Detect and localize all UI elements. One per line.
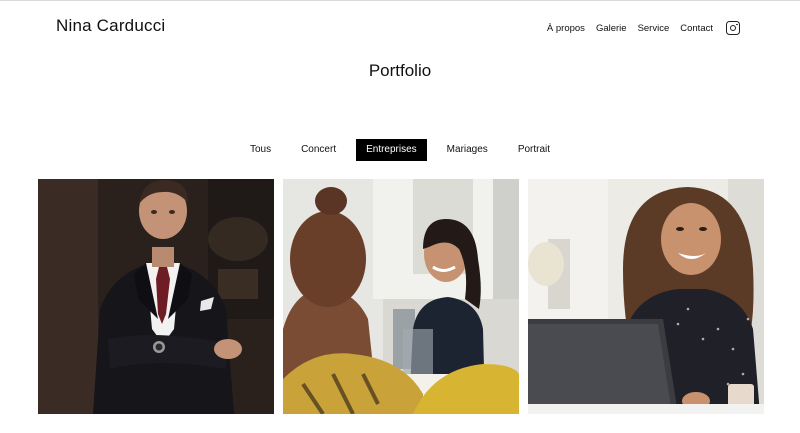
- businessman-photo: [38, 179, 274, 414]
- gallery-photo-woman-laptop[interactable]: [528, 179, 764, 414]
- filter-tous[interactable]: Tous: [240, 139, 281, 161]
- filter-concert[interactable]: Concert: [291, 139, 346, 161]
- gallery-filters: Tous Concert Entreprises Mariages Portra…: [0, 139, 800, 161]
- page-title: Portfolio: [368, 61, 432, 80]
- nav-link-galerie[interactable]: Galerie: [596, 23, 627, 34]
- brand-logo[interactable]: Nina Carducci: [56, 16, 165, 36]
- filter-mariages[interactable]: Mariages: [437, 139, 498, 161]
- woman-laptop-photo: [528, 179, 764, 414]
- nav-link-a-propos[interactable]: À propos: [547, 23, 585, 34]
- top-border: [0, 0, 800, 1]
- main-nav: À propos Galerie Service Contact: [547, 21, 740, 35]
- gallery-photo-office-meeting[interactable]: [283, 179, 519, 414]
- nav-link-contact[interactable]: Contact: [680, 23, 713, 34]
- office-meeting-photo: [283, 179, 519, 414]
- filter-portrait[interactable]: Portrait: [508, 139, 560, 161]
- gallery-photo-businessman[interactable]: [38, 179, 274, 414]
- filter-entreprises[interactable]: Entreprises: [356, 139, 427, 161]
- instagram-icon[interactable]: [726, 21, 740, 35]
- gallery-grid: [38, 179, 764, 414]
- nav-link-service[interactable]: Service: [638, 23, 670, 34]
